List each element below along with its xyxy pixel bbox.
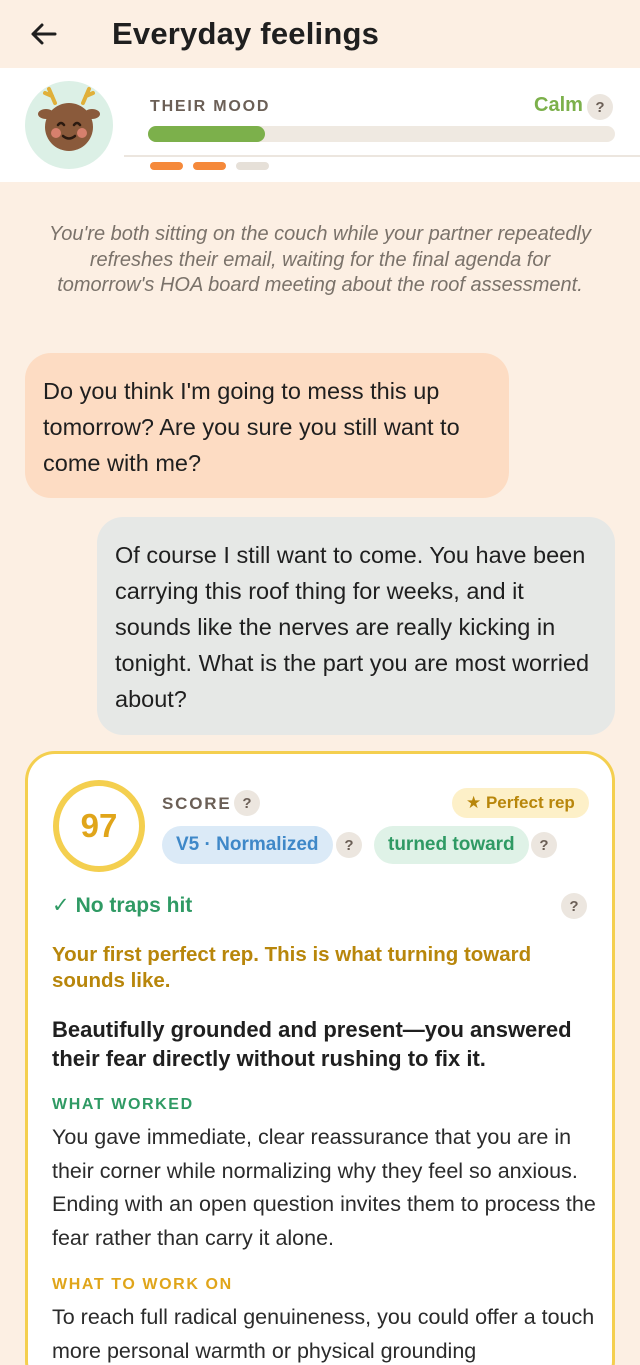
version-help-button[interactable]: ? <box>336 832 362 858</box>
back-button[interactable] <box>26 17 60 51</box>
category-help-button[interactable]: ? <box>531 832 557 858</box>
mood-panel: THEIR MOOD Calm ? <box>0 68 640 182</box>
what-worked-label: WHAT WORKED <box>52 1096 194 1113</box>
mood-dot <box>193 162 226 170</box>
divider <box>124 155 640 157</box>
mood-dots <box>150 162 269 170</box>
traps-help-button[interactable]: ? <box>561 893 587 919</box>
user-message: Of course I still want to come. You have… <box>97 517 615 735</box>
mood-meter <box>148 126 615 142</box>
deer-avatar-icon <box>38 87 100 151</box>
feedback-headline: Beautifully grounded and present—you ans… <box>52 1017 572 1071</box>
mood-label: THEIR MOOD <box>150 98 271 115</box>
score-label: SCORE <box>162 794 232 813</box>
mood-dot <box>236 162 269 170</box>
page-title: Everyday feelings <box>112 16 380 51</box>
what-to-work-on-label: WHAT TO WORK ON <box>52 1276 233 1293</box>
mood-dot <box>150 162 183 170</box>
mood-help-button[interactable]: ? <box>587 94 613 120</box>
check-icon: ✓ <box>52 894 70 917</box>
version-pill: V5 · Normalized <box>162 826 333 864</box>
arrow-left-icon <box>31 23 57 45</box>
score-help-button[interactable]: ? <box>234 790 260 816</box>
what-to-work-on-text: To reach full radical genuineness, you c… <box>52 1305 595 1363</box>
perfect-rep-badge: ★ Perfect rep <box>452 788 589 818</box>
first-perfect-message: Your first perfect rep. This is what tur… <box>52 943 532 992</box>
traps-status: ✓ No traps hit <box>52 893 192 918</box>
score-value: 97 <box>53 780 145 872</box>
mood-meter-fill <box>148 126 265 142</box>
scene-description: You're both sitting on the couch while y… <box>49 223 591 296</box>
category-pill: turned toward <box>374 826 529 864</box>
what-worked-text: You gave immediate, clear reassurance th… <box>52 1125 596 1250</box>
top-bar: Everyday feelings <box>0 0 640 68</box>
avatar <box>25 81 113 169</box>
mood-value: Calm <box>534 94 583 116</box>
partner-message: Do you think I'm going to mess this up t… <box>25 353 509 498</box>
traps-text: No traps hit <box>75 893 193 917</box>
score-card: 97 SCORE ? ★ Perfect rep V5 · Normalized… <box>25 751 615 1365</box>
